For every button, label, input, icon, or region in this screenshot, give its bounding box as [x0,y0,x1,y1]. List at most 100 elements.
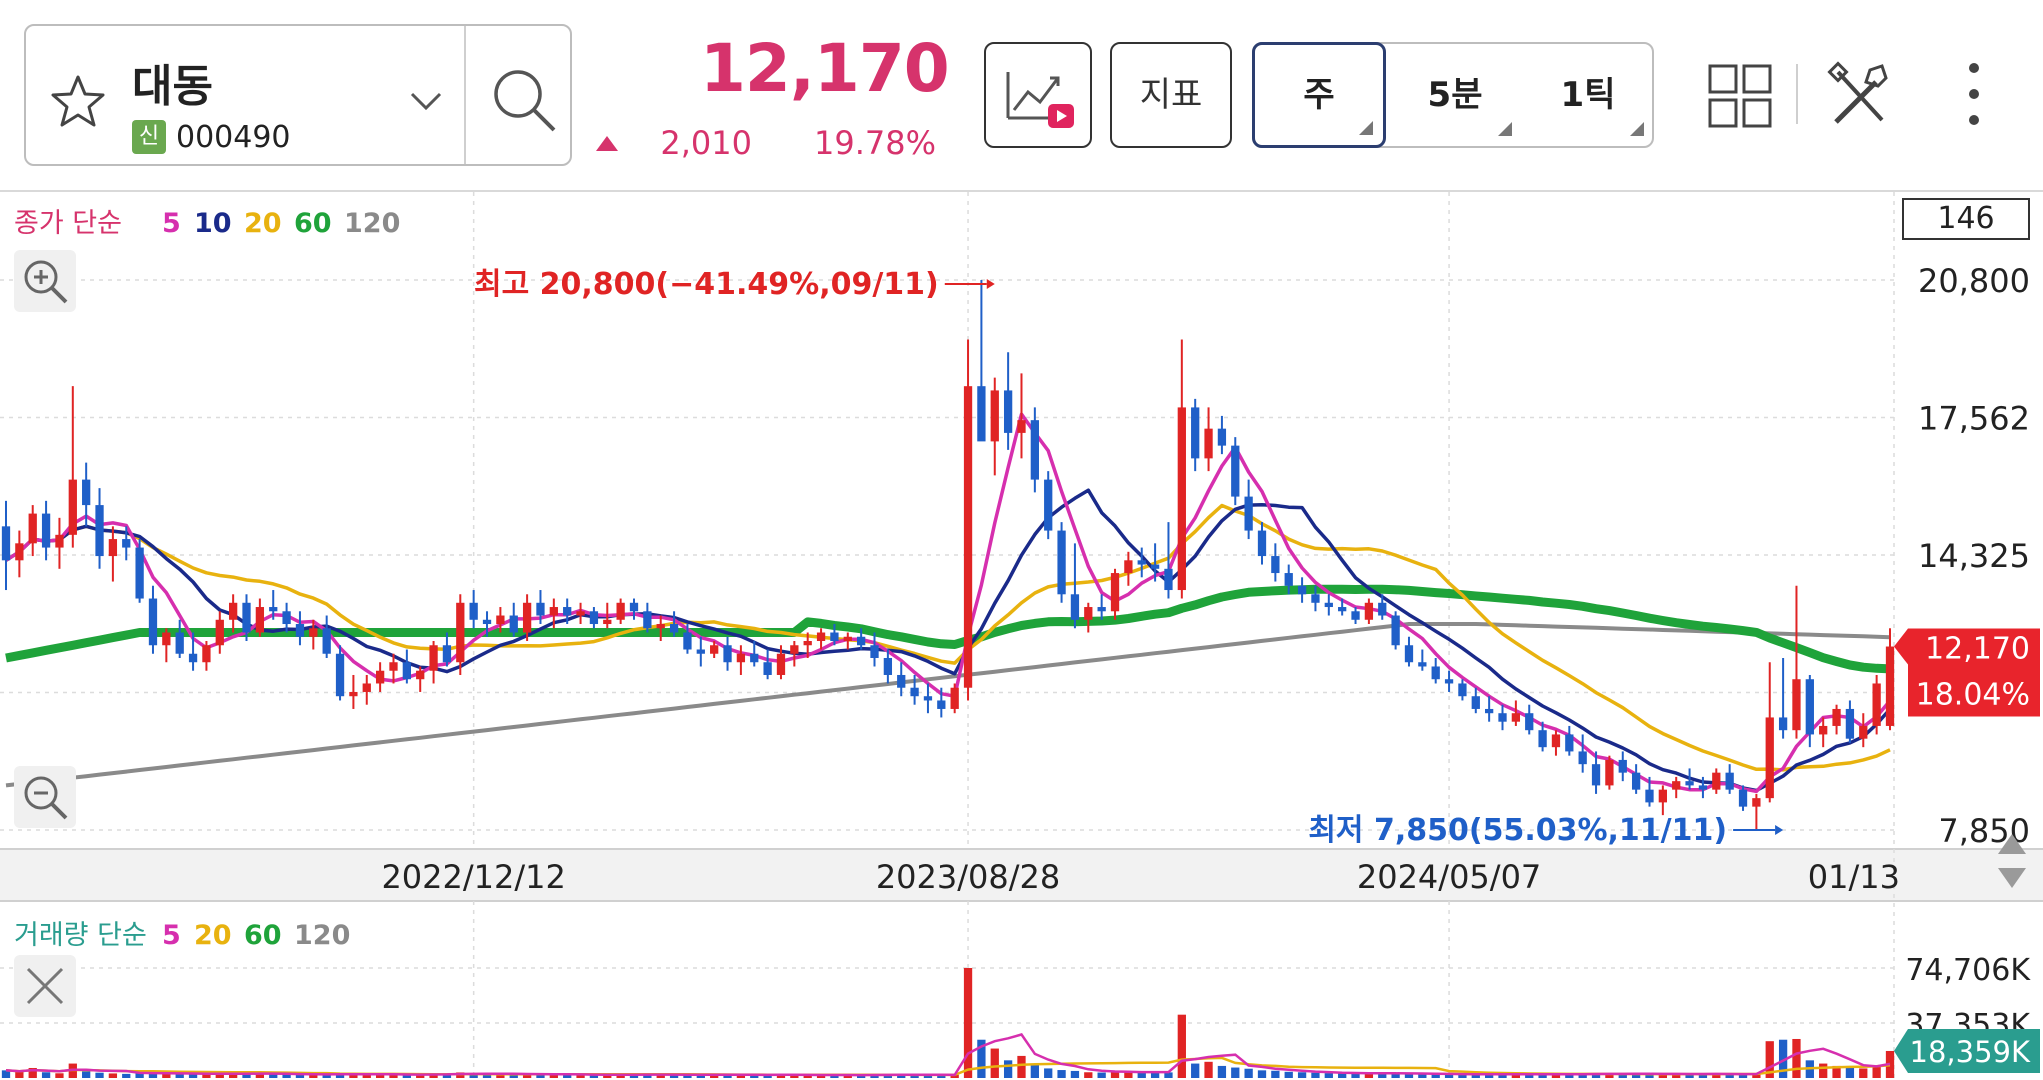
candle-body[interactable] [456,602,465,663]
volume-bar[interactable] [1204,1061,1213,1078]
candle-body[interactable] [1565,734,1574,752]
candle-body[interactable] [1137,560,1146,565]
candle-body[interactable] [1752,798,1761,807]
candle-body[interactable] [1819,725,1828,735]
volume-bar[interactable] [1044,1068,1053,1078]
candle-body[interactable] [82,479,91,506]
candle-body[interactable] [1712,772,1721,790]
candle-body[interactable] [990,390,999,442]
candle-body[interactable] [1511,713,1521,722]
candle-body[interactable] [41,513,51,548]
search-icon[interactable] [488,64,560,136]
candle-body[interactable] [576,611,585,616]
candle-body[interactable] [1324,602,1333,608]
candle-body[interactable] [242,602,251,633]
candle-body[interactable] [1792,679,1801,731]
price-chart[interactable]: 20,80017,56214,32511,0877,8502022/12/122… [0,192,2043,1080]
volume-bar[interactable] [1217,1065,1227,1078]
candle-body[interactable] [1725,772,1734,790]
candle-body[interactable] [1110,573,1120,612]
candle-body[interactable] [830,632,839,642]
volume-bar[interactable] [1311,1072,1320,1078]
candle-body[interactable] [1631,772,1641,790]
candle-body[interactable] [656,624,665,629]
candle-body[interactable] [763,662,772,675]
candle-body[interactable] [1191,407,1200,459]
favorite-star-icon[interactable] [48,72,108,132]
candle-body[interactable] [1538,730,1547,748]
candle-body[interactable] [28,513,37,544]
candle-body[interactable] [669,624,679,633]
candle-body[interactable] [1017,420,1026,433]
candle-body[interactable] [509,615,518,633]
chevron-down-icon[interactable] [404,86,448,116]
candle-body[interactable] [1658,789,1667,803]
candle-body[interactable] [55,534,64,548]
period-week-button[interactable]: 주 [1252,42,1386,148]
volume-bar[interactable] [1792,1038,1801,1078]
volume-bar[interactable] [1297,1072,1307,1078]
candle-body[interactable] [1418,662,1427,667]
candle-body[interactable] [910,687,919,697]
candle-body[interactable] [322,628,331,654]
candle-body[interactable] [1698,785,1708,790]
candle-body[interactable] [977,386,986,442]
candle-body[interactable] [1217,428,1227,446]
candle-body[interactable] [1444,679,1454,684]
candle-body[interactable] [1150,564,1160,569]
volume-bar[interactable] [1284,1071,1293,1078]
candle-body[interactable] [1525,713,1534,731]
candle-body[interactable] [522,602,532,633]
candle-body[interactable] [1351,611,1360,620]
zoom-out-icon[interactable] [14,766,76,828]
volume-bar[interactable] [1271,1070,1280,1078]
candle-body[interactable] [1057,530,1066,595]
candle-body[interactable] [1485,708,1494,714]
candle-body[interactable] [923,696,933,701]
candle-body[interactable] [1859,725,1868,739]
candle-body[interactable] [1498,713,1507,722]
volume-bar[interactable] [41,1072,51,1078]
volume-bar[interactable] [1017,1055,1026,1078]
candle-body[interactable] [883,657,893,675]
candle-body[interactable] [95,505,104,557]
candle-body[interactable] [229,602,238,620]
close-icon[interactable] [14,955,76,1017]
candle-body[interactable] [1378,602,1387,616]
volume-bar[interactable] [1244,1068,1253,1078]
candle-body[interactable] [696,649,705,654]
candle-body[interactable] [496,615,505,625]
volume-bar[interactable] [122,1073,131,1078]
candle-body[interactable] [1605,759,1614,786]
candle-body[interactable] [1872,683,1881,726]
candle-body[interactable] [563,607,572,616]
candle-body[interactable] [122,539,131,548]
candle-body[interactable] [1404,645,1414,663]
candle-body[interactable] [309,628,318,637]
volume-bar[interactable] [1097,1072,1106,1078]
count-box[interactable]: 146 [1902,198,2030,240]
candle-body[interactable] [857,636,866,646]
volume-bar[interactable] [95,1072,104,1078]
volume-bar[interactable] [1030,1064,1039,1078]
candle-body[interactable] [1084,607,1093,620]
candle-body[interactable] [1551,734,1561,748]
candle-body[interactable] [1391,615,1400,646]
candle-body[interactable] [429,645,438,671]
candle-body[interactable] [295,624,305,637]
candle-body[interactable] [1458,683,1467,697]
candle-body[interactable] [15,543,24,561]
candle-body[interactable] [1257,530,1267,557]
candle-body[interactable] [1177,407,1186,591]
volume-bar[interactable] [1084,1072,1093,1078]
candle-body[interactable] [1097,607,1106,612]
candle-body[interactable] [1832,708,1841,726]
candle-body[interactable] [736,653,746,663]
candle-body[interactable] [389,662,398,671]
volume-bar[interactable] [108,1073,118,1078]
volume-bar[interactable] [82,1071,91,1078]
volume-bar[interactable] [1191,1063,1200,1078]
candle-body[interactable] [950,687,959,709]
candle-body[interactable] [1778,717,1788,731]
candle-body[interactable] [1297,585,1307,595]
